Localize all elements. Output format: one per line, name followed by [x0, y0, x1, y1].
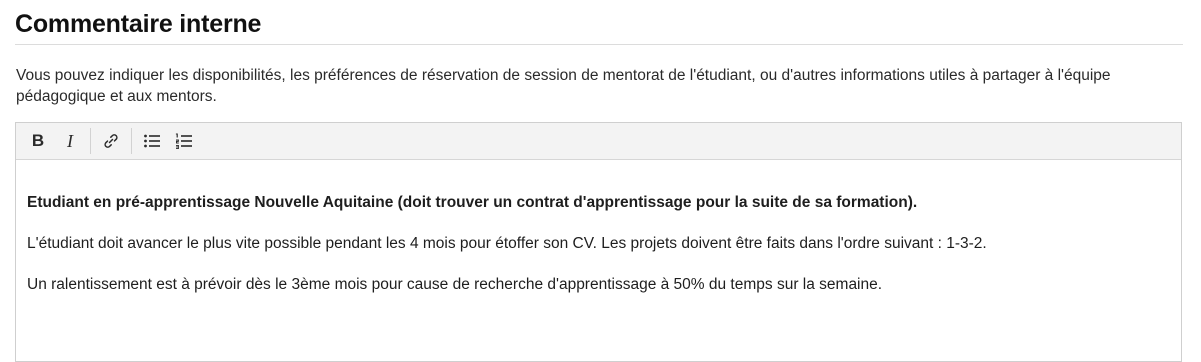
link-icon	[104, 134, 118, 148]
numbered-list-icon	[175, 133, 192, 149]
link-button[interactable]	[98, 127, 124, 155]
editor-paragraph-2: L'étudiant doit avancer le plus vite pos…	[27, 235, 987, 252]
toolbar-separator	[90, 128, 91, 154]
section-title: Commentaire interne	[15, 10, 262, 38]
editor-content[interactable]: Etudiant en pré-apprentissage Nouvelle A…	[16, 160, 1181, 295]
italic-icon: I	[67, 130, 73, 151]
editor-toolbar: B I	[16, 123, 1181, 160]
numbered-list-button[interactable]	[171, 127, 197, 155]
comment-editor[interactable]: B I Etudiant en pré-apprentissage Nouvel…	[15, 122, 1182, 362]
help-text: Vous pouvez indiquer les disponibilités,…	[16, 67, 1111, 105]
editor-paragraph-1: Etudiant en pré-apprentissage Nouvelle A…	[27, 194, 918, 211]
bold-icon: B	[31, 131, 45, 150]
bullet-list-icon	[144, 134, 160, 148]
title-divider	[15, 44, 1183, 45]
toolbar-separator	[131, 128, 132, 154]
bold-button[interactable]: B	[25, 127, 51, 155]
italic-button[interactable]: I	[57, 127, 83, 155]
bullet-list-button[interactable]	[139, 127, 165, 155]
editor-paragraph-3: Un ralentissement est à prévoir dès le 3…	[27, 276, 883, 293]
